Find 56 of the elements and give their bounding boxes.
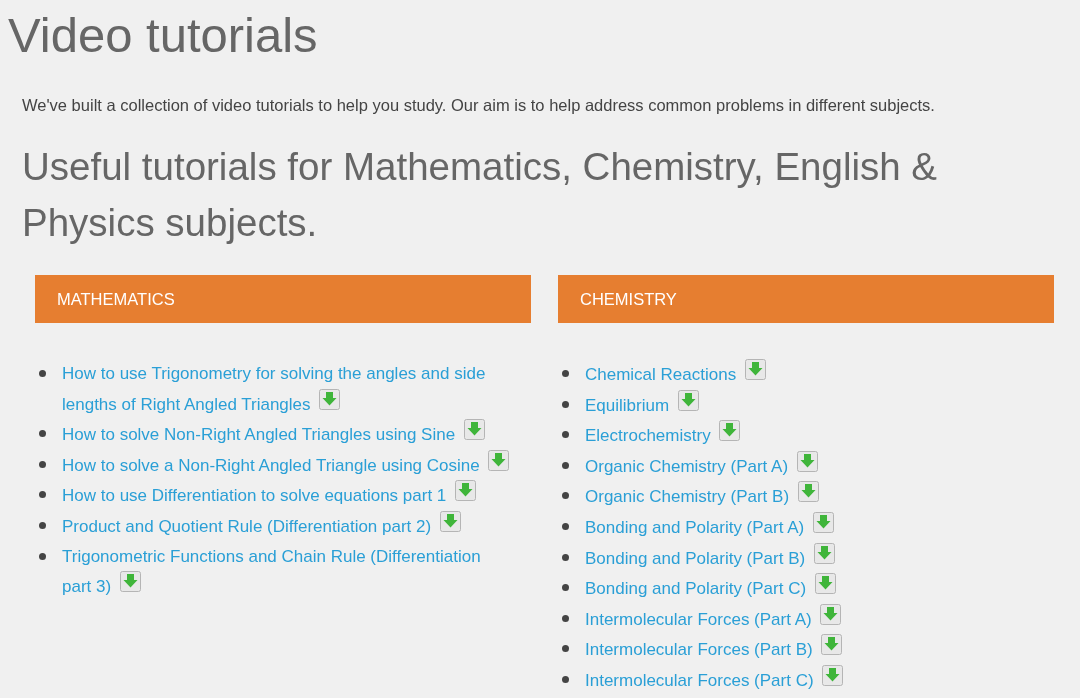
tutorial-link[interactable]: Equilibrium (585, 389, 699, 421)
bullet-dot (562, 584, 569, 592)
bullet-dot (562, 645, 569, 653)
tutorial-link[interactable]: Organic Chemistry (Part B) (585, 481, 819, 512)
section-subtitle: Useful tutorials for Mathematics, Chemistry, English & Physics subjects. (22, 144, 939, 246)
download-icon[interactable] (463, 419, 485, 441)
bullet-dot (39, 460, 46, 468)
download-icon[interactable] (488, 449, 510, 471)
bullet-dot (39, 491, 46, 499)
bullet-dot (562, 370, 569, 377)
tutorial-link[interactable]: Product and Quotient Rule (Differentiation part 2) (62, 510, 461, 542)
download-icon[interactable] (677, 389, 699, 411)
tutorial-link[interactable]: Intermolecular Forces (Part C) (585, 664, 844, 696)
download-icon[interactable] (812, 511, 834, 533)
bullet-dot (562, 492, 569, 500)
tutorial-link[interactable]: Bonding and Polarity (Part B) (585, 542, 835, 574)
download-icon[interactable] (814, 573, 836, 595)
download-icon[interactable] (455, 480, 477, 502)
download-icon[interactable] (744, 359, 766, 380)
bullet-dot (562, 553, 569, 561)
tutorial-link[interactable]: How to solve Non-Right Angled Triangles using Sine (62, 419, 485, 450)
download-icon[interactable] (119, 571, 141, 593)
download-icon[interactable] (822, 664, 844, 686)
download-icon[interactable] (797, 481, 819, 503)
tutorial-link[interactable]: How to use Trigonometry for solving the angles and side lengths of Right Angled Triangles (62, 359, 512, 420)
download-icon[interactable] (821, 634, 843, 656)
download-icon[interactable] (796, 450, 818, 472)
download-icon[interactable] (719, 420, 741, 442)
tutorial-link[interactable]: Chemical Reactions (585, 359, 766, 390)
download-icon[interactable] (439, 510, 461, 532)
section-header: CHEMISTRY (558, 275, 1054, 323)
bullet-dot (562, 614, 569, 622)
download-icon[interactable] (319, 388, 341, 410)
tutorial-link[interactable]: Bonding and Polarity (Part C) (585, 573, 836, 604)
bullet-dot (39, 552, 46, 560)
tutorial-link[interactable]: Intermolecular Forces (Part A) (585, 603, 842, 635)
download-icon[interactable] (820, 603, 842, 625)
bullet-dot (562, 431, 569, 439)
download-icon[interactable] (813, 542, 835, 564)
tutorial-link[interactable]: Trigonometric Functions and Chain Rule (Differentiation part 3) (62, 541, 512, 602)
bullet-dot (562, 675, 569, 683)
bullet-dot (39, 521, 46, 529)
tutorial-link[interactable]: Bonding and Polarity (Part A) (585, 511, 834, 543)
bullet-dot (562, 461, 569, 469)
bullet-dot (562, 400, 569, 408)
tutorial-link[interactable]: How to solve a Non-Right Angled Triangle using Cosine (62, 449, 510, 481)
tutorial-link[interactable]: How to use Differentiation to solve equations part 1 (62, 480, 477, 511)
bullet-dot (562, 522, 569, 530)
intro-text: We've built a collection of video tutorials to help you study. Our aim is to help address common problems in different subjects. (22, 96, 936, 115)
page-title: Video tutorials (7, 7, 319, 64)
tutorial-link[interactable]: Electrochemistry (585, 420, 741, 451)
bullet-dot (39, 430, 46, 438)
section-header: MATHEMATICS (35, 275, 531, 323)
tutorial-link[interactable]: Intermolecular Forces (Part B) (585, 634, 843, 665)
bullet-dot (39, 370, 46, 377)
tutorial-link[interactable]: Organic Chemistry (Part A) (585, 450, 818, 482)
